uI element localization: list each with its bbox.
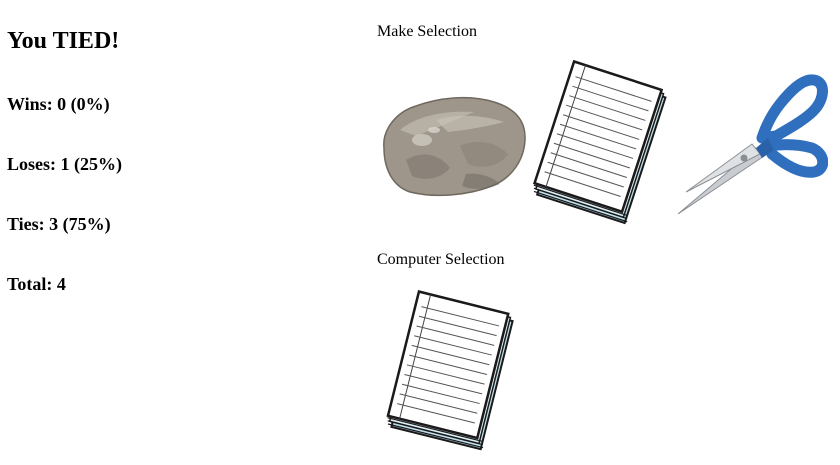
paper-choice-button[interactable] bbox=[525, 58, 677, 236]
paper-stack-icon bbox=[386, 290, 514, 451]
computer-selection-image bbox=[376, 286, 528, 462]
paper-stack-icon bbox=[532, 59, 667, 225]
rock-icon bbox=[383, 96, 526, 197]
make-selection-label: Make Selection bbox=[377, 23, 477, 40]
result-heading: You TIED! bbox=[7, 28, 120, 54]
ties-stat: Ties: 3 (75%) bbox=[7, 214, 111, 234]
loses-stat: Loses: 1 (25%) bbox=[7, 154, 122, 174]
computer-selection-label: Computer Selection bbox=[377, 251, 505, 268]
scissors-icon bbox=[677, 74, 828, 215]
scissors-choice-button[interactable] bbox=[676, 74, 828, 218]
rock-choice-button[interactable] bbox=[376, 90, 528, 200]
game-page: You TIED! Wins: 0 (0%) Loses: 1 (25%) Ti… bbox=[0, 0, 840, 465]
wins-stat: Wins: 0 (0%) bbox=[7, 94, 110, 114]
total-stat: Total: 4 bbox=[7, 274, 66, 294]
